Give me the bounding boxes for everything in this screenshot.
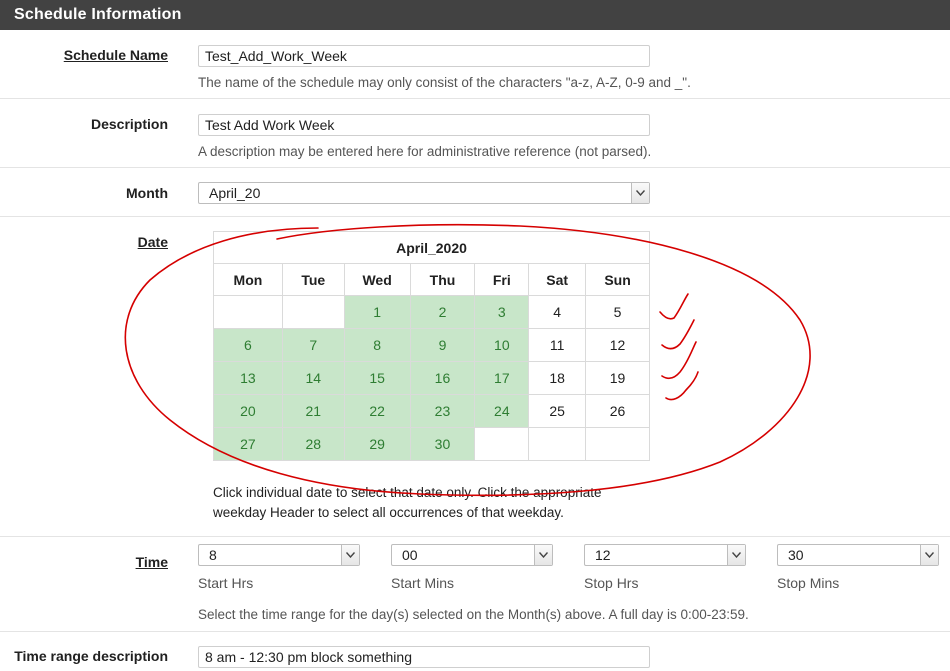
calendar-day-27-selected[interactable]: 27 — [213, 427, 283, 461]
stop-mins-value: 30 — [788, 547, 804, 563]
schedule-name-row: Schedule Name The name of the schedule m… — [0, 30, 950, 99]
weekday-header-thu[interactable]: Thu — [409, 263, 476, 296]
calendar-day-9-selected[interactable]: 9 — [409, 328, 476, 362]
calendar-day-29-selected[interactable]: 29 — [343, 427, 411, 461]
calendar-day-6-selected[interactable]: 6 — [213, 328, 283, 362]
calendar-day-3-selected[interactable]: 3 — [474, 295, 530, 329]
start-hrs-caption: Start Hrs — [198, 575, 254, 591]
time-range-row: Time range description — [0, 632, 950, 671]
calendar-day-28-selected[interactable]: 28 — [281, 427, 345, 461]
chevron-down-icon — [920, 545, 938, 565]
time-row: Time 8 Start Hrs 00 Start Mins 12 Stop H… — [0, 537, 950, 632]
month-select-value: April_20 — [209, 185, 261, 201]
stop-mins-select[interactable]: 30 — [777, 544, 939, 566]
calendar-title: April_2020 — [213, 231, 650, 264]
weekday-header-sat[interactable]: Sat — [528, 263, 587, 296]
calendar-day-1-selected[interactable]: 1 — [343, 295, 411, 329]
description-row: Description A description may be entered… — [0, 99, 950, 168]
calendar-day-23-selected[interactable]: 23 — [409, 394, 476, 428]
calendar-week-row: 27 28 29 30 — [213, 427, 650, 461]
calendar-day-17-selected[interactable]: 17 — [474, 361, 530, 395]
chevron-down-icon — [341, 545, 359, 565]
calendar-day-7-selected[interactable]: 7 — [281, 328, 345, 362]
time-label: Time — [135, 554, 168, 570]
calendar-week-row: 6 7 8 9 10 11 12 — [213, 328, 650, 362]
schedule-name-label: Schedule Name — [63, 47, 168, 63]
calendar-day-24-selected[interactable]: 24 — [474, 394, 530, 428]
schedule-name-input[interactable] — [198, 45, 650, 67]
calendar-day-14-selected[interactable]: 14 — [281, 361, 345, 395]
date-help-line2: weekday Header to select all occurrences… — [213, 505, 564, 520]
stop-hrs-caption: Stop Hrs — [584, 575, 639, 591]
start-mins-caption: Start Mins — [391, 575, 455, 591]
calendar-week-row: 12345 — [213, 295, 650, 329]
calendar-day-19[interactable]: 19 — [585, 361, 650, 395]
calendar-days: 1 2 3 4 5 6 7 8 9 10 11 12 13 14 15 16 17 18 19 20 21 22 23 24 2… — [213, 295, 650, 461]
month-label: Month — [126, 185, 168, 201]
time-range-description-label: Time range description — [14, 648, 168, 664]
date-help: Click individual date to select that dat… — [213, 483, 601, 523]
schedule-name-help: The name of the schedule may only consis… — [198, 75, 691, 90]
description-input[interactable] — [198, 114, 650, 136]
start-hrs-select[interactable]: 8 — [198, 544, 360, 566]
calendar-empty-cell — [213, 295, 283, 329]
description-label: Description — [90, 116, 168, 132]
stop-mins-caption: Stop Mins — [777, 575, 840, 591]
calendar-week-row: 13 14 15 16 17 18 19 — [213, 361, 650, 395]
weekday-header-sun[interactable]: Sun — [585, 263, 650, 296]
calendar-day-5[interactable]: 5 — [585, 295, 650, 329]
calendar-day-16-selected[interactable]: 16 — [409, 361, 476, 395]
calendar-day-26[interactable]: 26 — [585, 394, 650, 428]
calendar-empty-cell — [528, 427, 587, 461]
calendar-day-4[interactable]: 4 — [528, 295, 587, 329]
chevron-down-icon — [727, 545, 745, 565]
calendar-day-20-selected[interactable]: 20 — [213, 394, 283, 428]
calendar-day-11[interactable]: 11 — [528, 328, 587, 362]
chevron-down-icon — [631, 183, 649, 203]
calendar-empty-cell — [281, 295, 345, 329]
chevron-down-icon — [534, 545, 552, 565]
weekday-header-tue[interactable]: Tue — [281, 263, 345, 296]
start-hrs-value: 8 — [209, 547, 217, 563]
calendar-day-18[interactable]: 18 — [528, 361, 587, 395]
date-help-line1: Click individual date to select that dat… — [213, 485, 602, 500]
description-help: A description may be entered here for ad… — [198, 144, 652, 159]
stop-hrs-value: 12 — [595, 547, 611, 563]
calendar-day-30-selected[interactable]: 30 — [409, 427, 476, 461]
weekday-header-mon[interactable]: Mon — [213, 263, 283, 296]
date-label: Date — [137, 234, 168, 250]
calendar-day-25[interactable]: 25 — [528, 394, 587, 428]
calendar: April_2020 Mon Tue Wed Thu Fri Sat Sun 1… — [213, 231, 650, 461]
calendar-day-8-selected[interactable]: 8 — [343, 328, 411, 362]
start-mins-select[interactable]: 00 — [391, 544, 553, 566]
calendar-empty-cell — [585, 427, 650, 461]
time-help: Select the time range for the day(s) sel… — [198, 607, 749, 622]
calendar-empty-cell — [474, 427, 530, 461]
calendar-day-15-selected[interactable]: 15 — [343, 361, 411, 395]
month-row: Month April_20 — [0, 168, 950, 217]
calendar-day-2-selected[interactable]: 2 — [409, 295, 476, 329]
calendar-week-row: 20 21 22 23 24 25 26 — [213, 394, 650, 428]
weekday-header-wed[interactable]: Wed — [343, 263, 411, 296]
month-select[interactable]: April_20 — [198, 182, 650, 204]
calendar-day-13-selected[interactable]: 13 — [213, 361, 283, 395]
weekday-header-fri[interactable]: Fri — [474, 263, 530, 296]
stop-hrs-select[interactable]: 12 — [584, 544, 746, 566]
time-range-description-input[interactable] — [198, 646, 650, 668]
start-mins-value: 00 — [402, 547, 418, 563]
calendar-day-10-selected[interactable]: 10 — [474, 328, 530, 362]
calendar-day-21-selected[interactable]: 21 — [281, 394, 345, 428]
calendar-day-12[interactable]: 12 — [585, 328, 650, 362]
calendar-day-22-selected[interactable]: 22 — [343, 394, 411, 428]
panel-title: Schedule Information — [0, 0, 950, 30]
